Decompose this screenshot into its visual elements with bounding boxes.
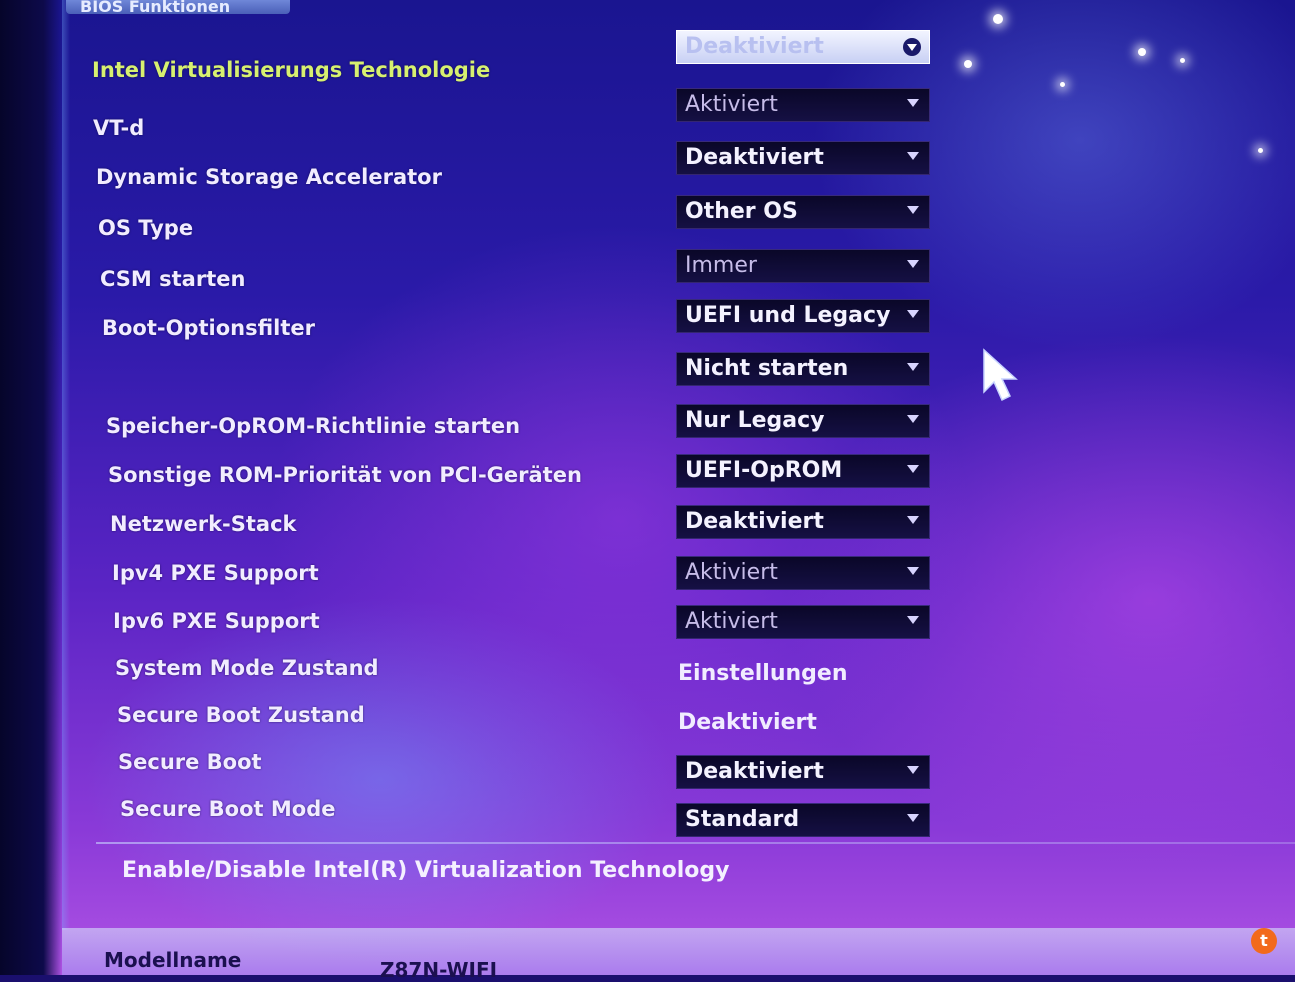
chevron-down-icon bbox=[907, 814, 919, 822]
label-boot-optionsfilter: Boot-Optionsfilter bbox=[102, 316, 316, 340]
dropdown-csm-starten[interactable]: Immer bbox=[676, 249, 930, 283]
label-netzwerk-stack: Netzwerk-Stack bbox=[110, 512, 297, 536]
chevron-down-icon bbox=[903, 38, 921, 56]
footer-model-label: Modellname bbox=[104, 948, 242, 972]
dropdown-sonstige-rom[interactable]: UEFI-OpROM bbox=[676, 454, 930, 488]
label-os-type: OS Type bbox=[98, 216, 194, 240]
dropdown-value: UEFI und Legacy bbox=[685, 303, 891, 328]
dropdown-value: Aktiviert bbox=[685, 92, 778, 117]
label-speicher-oprom: Speicher-OpROM-Richtlinie starten bbox=[106, 414, 521, 438]
help-text: Enable/Disable Intel(R) Virtualization T… bbox=[122, 858, 730, 883]
dropdown-value: Deaktiviert bbox=[685, 34, 824, 59]
star bbox=[964, 60, 972, 68]
left-dark-strip bbox=[0, 0, 62, 975]
dropdown-dynamic-storage-accelerator[interactable]: Deaktiviert bbox=[676, 141, 930, 175]
footer-model-value: Z87N-WIFI bbox=[380, 958, 498, 982]
label-system-mode-zustand: System Mode Zustand bbox=[115, 656, 379, 680]
label-ipv4-pxe: Ipv4 PXE Support bbox=[112, 561, 319, 585]
dropdown-ipv4-pxe[interactable]: Aktiviert bbox=[676, 556, 930, 590]
star bbox=[993, 14, 1003, 24]
label-secure-boot-zustand: Secure Boot Zustand bbox=[117, 703, 365, 727]
dropdown-secure-boot-mode[interactable]: Standard bbox=[676, 803, 930, 837]
dropdown-boot-optionsfilter[interactable]: UEFI und Legacy bbox=[676, 299, 930, 333]
dropdown-netzwerk-stack[interactable]: Deaktiviert bbox=[676, 505, 930, 539]
chevron-down-icon bbox=[907, 260, 919, 268]
notification-badge[interactable]: t bbox=[1251, 928, 1277, 954]
mouse-pointer-icon bbox=[983, 348, 1018, 402]
dropdown-intel-virtualization[interactable]: Deaktiviert bbox=[676, 30, 930, 64]
label-dynamic-storage-accelerator: Dynamic Storage Accelerator bbox=[96, 165, 442, 189]
dropdown-value: Nur Legacy bbox=[685, 408, 825, 433]
label-secure-boot: Secure Boot bbox=[118, 750, 262, 774]
chevron-down-icon bbox=[907, 99, 919, 107]
chevron-down-icon bbox=[907, 310, 919, 318]
tab-bios-funktionen[interactable]: BIOS Funktionen bbox=[66, 0, 290, 14]
dropdown-value: Other OS bbox=[685, 199, 798, 224]
label-csm-starten: CSM starten bbox=[100, 267, 246, 291]
label-sonstige-rom: Sonstige ROM-Priorität von PCI-Geräten bbox=[108, 463, 582, 487]
label-ipv6-pxe: Ipv6 PXE Support bbox=[113, 609, 320, 633]
dropdown-os-type[interactable]: Other OS bbox=[676, 195, 930, 229]
panel-edge bbox=[62, 0, 70, 930]
chevron-down-icon bbox=[907, 206, 919, 214]
dropdown-value: Aktiviert bbox=[685, 560, 778, 585]
chevron-down-icon bbox=[907, 567, 919, 575]
star bbox=[1258, 148, 1263, 153]
dropdown-value: UEFI-OpROM bbox=[685, 458, 843, 483]
star bbox=[1180, 58, 1185, 63]
dropdown-pxe-starten[interactable]: Nicht starten bbox=[676, 352, 930, 386]
dropdown-value: Nicht starten bbox=[685, 356, 849, 381]
label-intel-virtualization: Intel Virtualisierungs Technologie bbox=[92, 58, 491, 82]
star bbox=[1060, 82, 1065, 87]
star bbox=[1138, 48, 1146, 56]
chevron-down-icon bbox=[907, 766, 919, 774]
system-mode-value: Einstellungen bbox=[678, 661, 848, 686]
secure-boot-zustand-value: Deaktiviert bbox=[678, 710, 817, 735]
chevron-down-icon bbox=[907, 415, 919, 423]
space-background bbox=[0, 0, 1295, 975]
footer-bar bbox=[62, 928, 1295, 975]
chevron-down-icon bbox=[907, 363, 919, 371]
help-divider bbox=[96, 842, 1295, 844]
dropdown-secure-boot[interactable]: Deaktiviert bbox=[676, 755, 930, 789]
chevron-down-icon bbox=[907, 465, 919, 473]
dropdown-speicher-oprom[interactable]: Nur Legacy bbox=[676, 404, 930, 438]
chevron-down-icon bbox=[907, 616, 919, 624]
dropdown-value: Deaktiviert bbox=[685, 145, 824, 170]
dropdown-vt-d[interactable]: Aktiviert bbox=[676, 88, 930, 122]
dropdown-value: Aktiviert bbox=[685, 609, 778, 634]
dropdown-value: Standard bbox=[685, 807, 800, 832]
dropdown-ipv6-pxe[interactable]: Aktiviert bbox=[676, 605, 930, 639]
label-secure-boot-mode: Secure Boot Mode bbox=[120, 797, 336, 821]
chevron-down-icon bbox=[907, 152, 919, 160]
dropdown-value: Immer bbox=[685, 253, 757, 278]
chevron-down-icon bbox=[907, 516, 919, 524]
dropdown-value: Deaktiviert bbox=[685, 759, 824, 784]
dropdown-value: Deaktiviert bbox=[685, 509, 824, 534]
label-vt-d: VT-d bbox=[93, 116, 145, 140]
